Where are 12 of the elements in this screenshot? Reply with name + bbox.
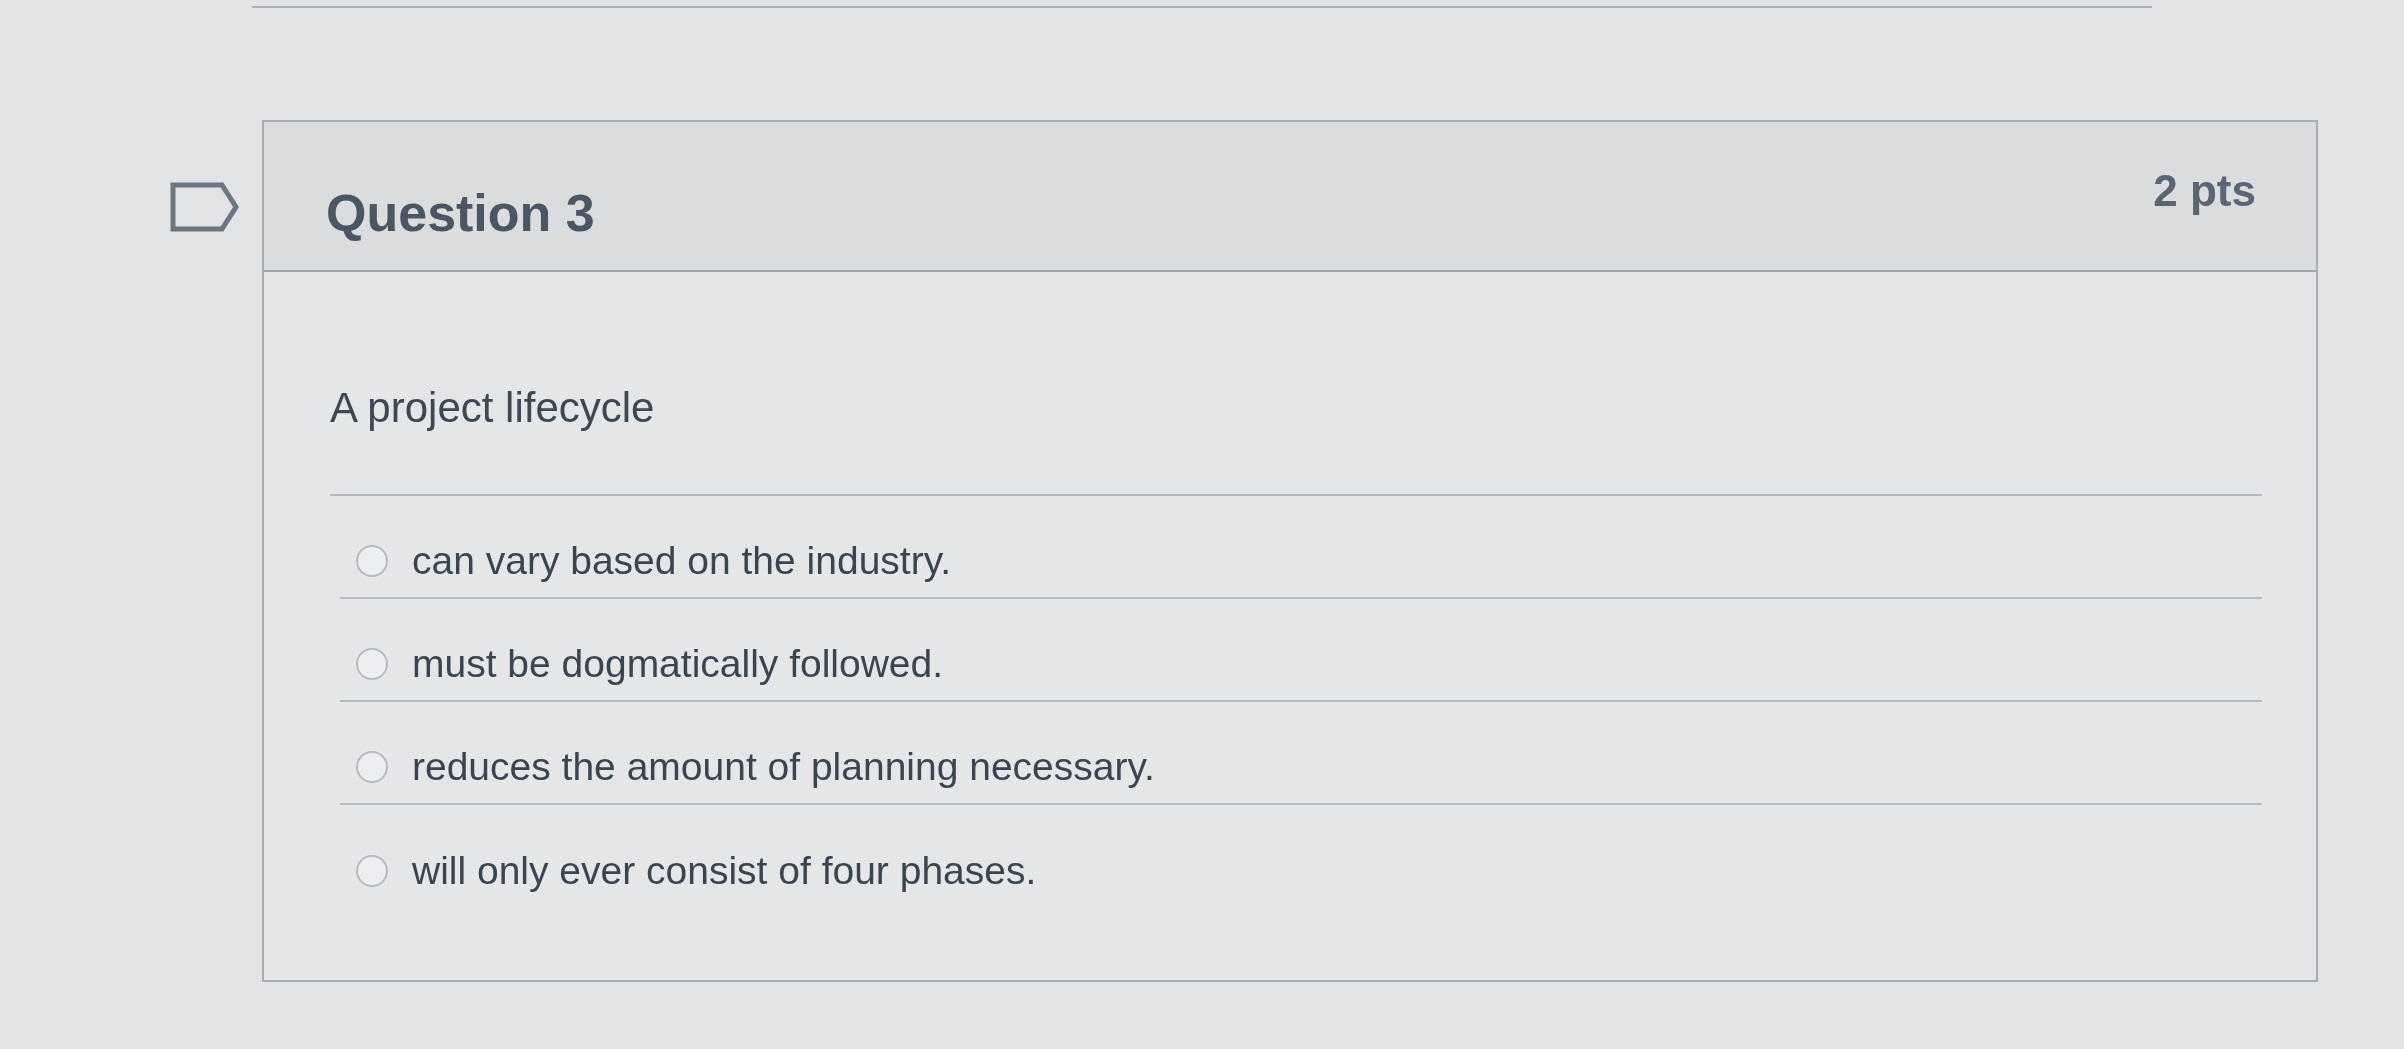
- points-label: 2 pts: [2153, 165, 2256, 217]
- answer-label[interactable]: reduces the amount of planning necessary.: [412, 742, 1155, 791]
- answer-label[interactable]: can vary based on the industry.: [412, 536, 952, 585]
- radio-button[interactable]: [356, 854, 388, 887]
- question-prompt: A project lifecycle: [330, 383, 655, 433]
- tag-icon[interactable]: [170, 182, 240, 232]
- radio-button[interactable]: [356, 750, 388, 783]
- answer-label[interactable]: will only ever consist of four phases.: [412, 846, 1037, 895]
- radio-button[interactable]: [356, 544, 388, 577]
- question-title: Question 3: [326, 183, 595, 244]
- radio-button[interactable]: [356, 647, 388, 680]
- answer-label[interactable]: must be dogmatically followed.: [412, 639, 944, 688]
